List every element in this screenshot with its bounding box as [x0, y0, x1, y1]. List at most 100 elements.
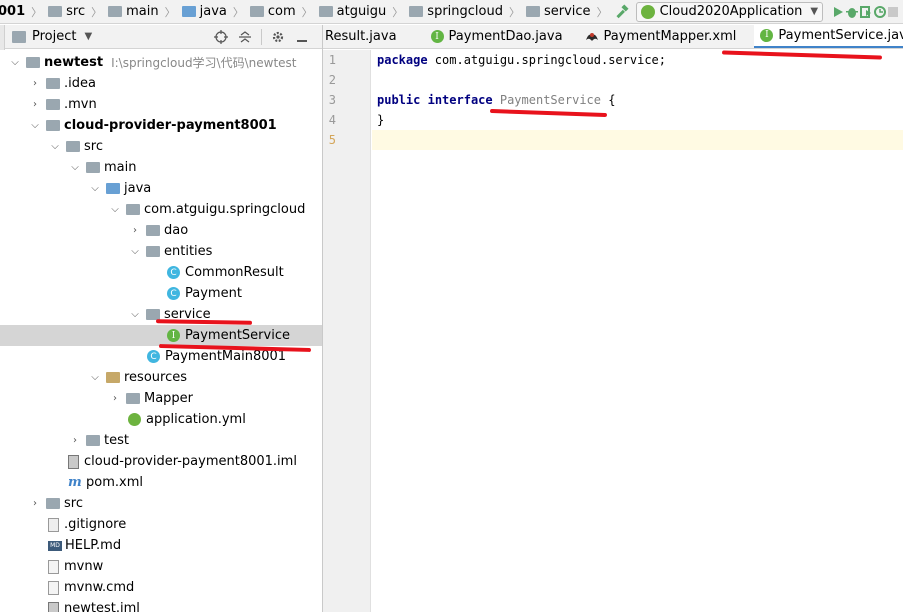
editor-tabs: Result.java I PaymentDao.java PaymentMap…: [323, 25, 903, 49]
source-folder-icon: [106, 183, 120, 194]
brace: }: [377, 113, 385, 127]
chevron-down-icon[interactable]: ⌵: [88, 183, 102, 194]
breadcrumb-item-src[interactable]: src: [66, 4, 85, 19]
breadcrumb-item-com[interactable]: com: [268, 4, 296, 19]
stop-icon[interactable]: [887, 1, 899, 23]
tree-item-label: HELP.md: [65, 538, 122, 553]
hide-panel-icon[interactable]: [290, 26, 314, 48]
module-folder-icon: [26, 57, 40, 68]
tree-item-com-atguigu-springcloud[interactable]: ⌵ com.atguigu.springcloud: [0, 199, 322, 220]
tree-item-mapper[interactable]: › Mapper: [0, 388, 322, 409]
breadcrumb-item-java[interactable]: java: [200, 4, 227, 19]
chevron-down-icon[interactable]: ⌵: [88, 372, 102, 383]
chevron-down-icon: ▼: [810, 6, 819, 17]
keyword: interface: [427, 93, 493, 107]
tree-item-application-yml[interactable]: application.yml: [0, 409, 322, 430]
tree-item-mvnw[interactable]: mvnw: [0, 556, 322, 577]
folder-icon: [46, 78, 60, 89]
tree-item-dao[interactable]: › dao: [0, 220, 322, 241]
tree-item-gitignore[interactable]: .gitignore: [0, 514, 322, 535]
tree-item-main[interactable]: ⌵ main: [0, 157, 322, 178]
chevron-down-icon[interactable]: ▼: [84, 31, 92, 42]
chevron-down-icon[interactable]: ⌵: [108, 204, 122, 215]
line-number: 5: [328, 133, 336, 147]
tree-item-label: main: [104, 160, 137, 175]
interface-icon: I: [167, 329, 180, 342]
iml-file-icon: [68, 454, 79, 469]
tab-result-java[interactable]: Result.java: [323, 25, 415, 48]
tree-item-src-root[interactable]: › src: [0, 493, 322, 514]
tab-paymentmapper-xml[interactable]: PaymentMapper.xml: [579, 25, 743, 48]
package-icon: [146, 246, 160, 257]
profile-icon[interactable]: [873, 1, 887, 23]
chevron-down-icon[interactable]: ⌵: [8, 57, 22, 68]
chevron-right-icon[interactable]: ›: [28, 498, 42, 509]
tab-paymentdao-java[interactable]: I PaymentDao.java: [425, 25, 569, 48]
chevron-down-icon[interactable]: ⌵: [128, 309, 142, 320]
chevron-down-icon[interactable]: ⌵: [128, 246, 142, 257]
debug-icon[interactable]: [845, 1, 859, 23]
chevron-down-icon[interactable]: ⌵: [28, 120, 42, 131]
tree-item-src[interactable]: ⌵ src: [0, 136, 322, 157]
chevron-right-icon[interactable]: ›: [128, 225, 142, 236]
tree-item-entities[interactable]: ⌵ entities: [0, 241, 322, 262]
gear-icon[interactable]: [266, 26, 290, 48]
breadcrumb-item-atguigu[interactable]: atguigu: [337, 4, 387, 19]
tree-item-pom-xml[interactable]: m pom.xml: [0, 472, 322, 493]
tree-item-label: mvnw.cmd: [64, 580, 135, 595]
tree-item-iml[interactable]: cloud-provider-payment8001.iml: [0, 451, 322, 472]
keyword: package: [377, 53, 428, 67]
breadcrumb-item-service[interactable]: service: [544, 4, 591, 19]
run-configuration-label: Cloud2020Application: [659, 4, 803, 19]
tree-item-commonresult[interactable]: C CommonResult: [0, 262, 322, 283]
tree-item-help-md[interactable]: MD HELP.md: [0, 535, 322, 556]
collapse-all-icon[interactable]: [233, 26, 257, 48]
tree-item-java[interactable]: ⌵ java: [0, 178, 322, 199]
tab-label: PaymentService.java: [778, 27, 903, 43]
interface-icon: I: [760, 28, 774, 42]
run-configuration-selector[interactable]: Cloud2020Application ▼: [635, 1, 824, 22]
tree-item-idea[interactable]: › .idea: [0, 73, 322, 94]
tree-item-label: cloud-provider-payment8001.iml: [84, 454, 297, 469]
tree-item-newtest-iml[interactable]: newtest.iml: [0, 598, 322, 612]
chevron-right-icon[interactable]: ›: [28, 99, 42, 110]
project-view-title[interactable]: Project: [32, 29, 76, 44]
tree-item-cloud-provider-payment8001[interactable]: ⌵ cloud-provider-payment8001: [0, 115, 322, 136]
keyword: public: [377, 93, 421, 107]
chevron-down-icon[interactable]: ⌵: [68, 162, 82, 173]
chevron-right-icon[interactable]: ›: [68, 435, 82, 446]
tree-item-mvn[interactable]: › .mvn: [0, 94, 322, 115]
chevron-right-icon[interactable]: ›: [28, 78, 42, 89]
tree-item-label: java: [124, 181, 152, 196]
folder-icon: [86, 435, 100, 446]
folder-icon: [86, 162, 100, 173]
tree-item-test[interactable]: › test: [0, 430, 322, 451]
folder-icon: [181, 6, 196, 17]
breadcrumb-item-springcloud[interactable]: springcloud: [427, 4, 503, 19]
tree-item-payment[interactable]: C Payment: [0, 283, 322, 304]
tree-item-resources[interactable]: ⌵ resources: [0, 367, 322, 388]
line-number: 2: [328, 73, 336, 87]
resources-folder-icon: [106, 372, 120, 383]
coverage-icon[interactable]: [859, 1, 873, 23]
code-line-4: }: [377, 113, 384, 127]
navigation-bar: 001 〉 src 〉 main 〉 java 〉 com 〉 atguigu 〉 spri…: [0, 0, 903, 24]
line-number: 4: [328, 113, 336, 127]
run-icon[interactable]: [831, 1, 845, 23]
build-hammer-icon[interactable]: [614, 1, 630, 23]
tree-item-label: mvnw: [64, 559, 104, 574]
chevron-right-icon[interactable]: ›: [108, 393, 122, 404]
locate-icon[interactable]: [209, 26, 233, 48]
tree-item-label: dao: [164, 223, 189, 238]
chevron-down-icon[interactable]: ⌵: [48, 141, 62, 152]
tree-item-label: cloud-provider-payment8001: [64, 118, 277, 133]
breadcrumb-item-main[interactable]: main: [126, 4, 158, 19]
tree-item-mvnw-cmd[interactable]: mvnw.cmd: [0, 577, 322, 598]
code-line-1: package com.atguigu.springcloud.service;: [377, 53, 666, 67]
tab-paymentservice-java[interactable]: I PaymentService.java ×: [754, 25, 903, 48]
breadcrumb-item-module[interactable]: 001: [0, 4, 25, 19]
tree-item-paymentservice[interactable]: I PaymentService: [0, 325, 322, 346]
tree-item-label: PaymentMain8001: [165, 349, 287, 364]
code-editor[interactable]: package com.atguigu.springcloud.service;…: [372, 50, 903, 612]
tree-item-newtest[interactable]: ⌵ newtest I:\springcloud学习\代码\newtest: [0, 52, 322, 73]
